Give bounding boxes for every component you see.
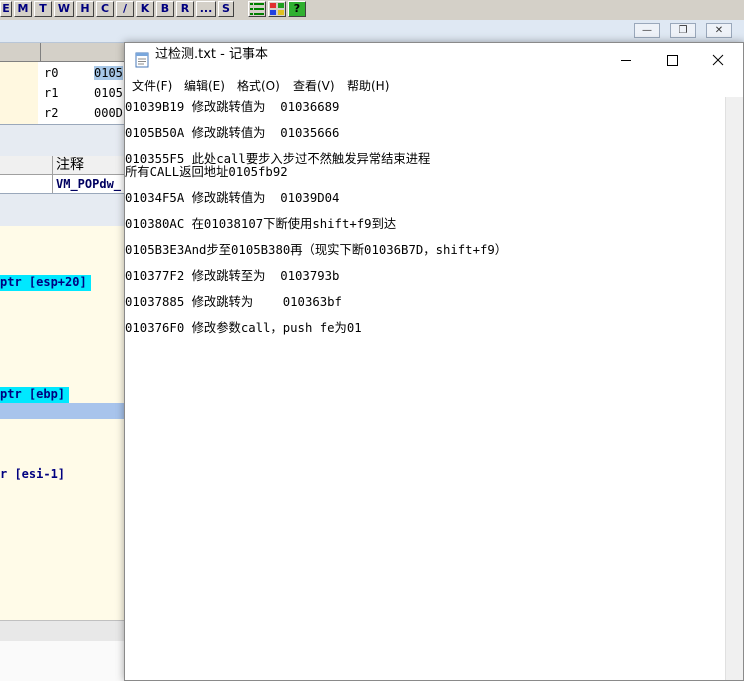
text-line: 010355F5 此处call要步入步过不然触发异常结束进程 [125, 152, 431, 166]
toolbar-button-h[interactable]: H [76, 1, 94, 17]
text-line: 01034F5A 修改跳转值为 01039D04 [125, 191, 340, 205]
menu-bar: 文件(F) 编辑(E) 格式(O) 查看(V) 帮助(H) [125, 77, 743, 97]
text-line: 0105B3E3And步至0105B380再（现实下断01036B7D，shif… [125, 243, 508, 257]
menu-format[interactable]: 格式(O) [237, 77, 280, 97]
close-icon[interactable] [695, 43, 741, 77]
code-line[interactable]: ptr [esp+20] [0, 275, 91, 291]
column-header-row: 注释 [0, 156, 130, 175]
notepad-window: 过检测.txt - 记事本 文件(F) 编辑(E) 格式(O) 查看(V) 帮助… [124, 42, 744, 681]
text-line: 所有CALL返回地址0105fb92 [125, 165, 288, 179]
help-icon[interactable]: ? [288, 1, 306, 17]
register-value: 0105 [94, 86, 123, 100]
register-name: r0 [44, 66, 59, 80]
comment-cell: VM_POPdw_ [52, 175, 130, 193]
disassembly-pane[interactable]: ptr [esp+20] ptr [ebp] r [esi-1] [0, 226, 130, 620]
register-name: r1 [44, 86, 59, 100]
toolbar-button-slash[interactable]: / [116, 1, 134, 17]
register-pane-header [40, 43, 131, 62]
text-editor[interactable]: 01039B19 修改跳转值为 01036689 0105B50A 修改跳转值为… [125, 97, 725, 680]
text-line: 010376F0 修改参数call，push fe为01 [125, 321, 362, 335]
toolbar-button-w[interactable]: W [54, 1, 74, 17]
list-icon[interactable] [248, 1, 266, 17]
notepad-icon [135, 52, 149, 68]
minimize-icon[interactable] [603, 43, 649, 77]
comment-column-header[interactable]: 注释 [52, 156, 130, 174]
text-line: 0105B50A 修改跳转值为 01035666 [125, 126, 340, 140]
vertical-scrollbar[interactable] [725, 97, 743, 680]
pane-header [0, 43, 40, 62]
register-row[interactable]: r1 0105 [44, 84, 123, 102]
code-line[interactable]: r [esi-1] [0, 467, 65, 483]
selected-code-line[interactable] [0, 403, 130, 419]
debugger-toolbar: E M T W H C / K B R ... S ? [0, 0, 744, 21]
dump-pane[interactable] [0, 641, 130, 681]
pane-blank [0, 62, 38, 124]
pane-splitter[interactable] [0, 193, 130, 227]
toolbar-button-s[interactable]: S [218, 1, 234, 17]
text-line: 01037885 修改跳转为 010363bf [125, 295, 342, 309]
register-row[interactable]: r0 0105 [44, 64, 123, 82]
window-title: 过检测.txt - 记事本 [155, 47, 268, 62]
code-line[interactable]: ptr [ebp] [0, 387, 70, 403]
text-line: 010380AC 在01038107下断使用shift+f9到达 [125, 217, 397, 231]
register-value: 000D [94, 106, 123, 120]
text-line: 01039B19 修改跳转值为 01036689 [125, 100, 340, 114]
toolbar-button-m[interactable]: M [14, 1, 32, 17]
toolbar-button-c[interactable]: C [96, 1, 114, 17]
toolbar-button-dots[interactable]: ... [196, 1, 216, 17]
register-row[interactable]: r2 000D [44, 104, 123, 122]
menu-file[interactable]: 文件(F) [132, 77, 172, 97]
notepad-titlebar[interactable]: 过检测.txt - 记事本 [125, 43, 743, 77]
toolbar-button-r[interactable]: R [176, 1, 194, 17]
restore-icon[interactable]: ❐ [670, 23, 696, 38]
close-icon[interactable]: ✕ [706, 23, 732, 38]
pane-splitter[interactable] [0, 124, 130, 158]
register-name: r2 [44, 106, 59, 120]
toolbar-button-k[interactable]: K [136, 1, 154, 17]
grid-icon[interactable] [268, 1, 286, 17]
maximize-icon[interactable] [649, 43, 695, 77]
register-value: 0105 [94, 66, 123, 80]
minimize-icon[interactable]: — [634, 23, 660, 38]
toolbar-button-b[interactable]: B [156, 1, 174, 17]
comment-row[interactable]: VM_POPdw_ [0, 175, 130, 193]
menu-edit[interactable]: 编辑(E) [184, 77, 225, 97]
mdi-control-bar: — ❐ ✕ [0, 20, 744, 43]
menu-help[interactable]: 帮助(H) [347, 77, 389, 97]
menu-view[interactable]: 查看(V) [293, 77, 335, 97]
text-line: 010377F2 修改跳转至为 0103793b [125, 269, 340, 283]
toolbar-button-e[interactable]: E [0, 1, 12, 17]
register-pane: r0 0105 r1 0105 r2 000D [40, 62, 130, 124]
toolbar-button-t[interactable]: T [34, 1, 52, 17]
status-strip [0, 620, 130, 642]
